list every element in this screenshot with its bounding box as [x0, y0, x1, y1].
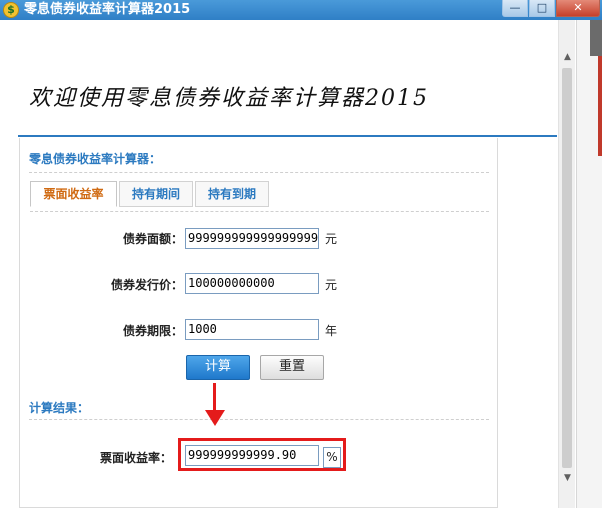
reset-button[interactable]: 重置 [260, 355, 324, 380]
face-value-unit: 元 [325, 232, 338, 246]
background-window-strip [590, 20, 602, 56]
issue-price-unit: 元 [325, 278, 338, 292]
section-title: 零息债券收益率计算器： [29, 152, 162, 166]
tab-coupon-yield[interactable]: 票面收益率 [30, 181, 117, 207]
vertical-scrollbar[interactable]: ▲ ▼ [558, 20, 575, 508]
annotation-highlight-box [178, 438, 346, 471]
result-divider [29, 419, 489, 420]
annotation-arrow [213, 383, 216, 413]
section-divider [29, 172, 489, 173]
title-bar: $ 零息债券收益率计算器2015 — □ ✕ [0, 0, 602, 20]
background-window-accent [598, 56, 602, 156]
result-label: 票面收益率： [99, 451, 172, 465]
calculate-button[interactable]: 计算 [186, 355, 250, 380]
tab-hold-to-maturity[interactable]: 持有到期 [195, 181, 269, 207]
result-section-title: 计算结果： [29, 401, 90, 415]
tab-holding-period[interactable]: 持有期间 [119, 181, 193, 207]
welcome-heading: 欢迎使用零息债券收益率计算器2015 [29, 86, 429, 111]
minimize-button[interactable]: — [502, 0, 528, 17]
tab-divider [30, 211, 489, 212]
scroll-down-arrow-icon[interactable]: ▼ [560, 471, 575, 486]
issue-price-input[interactable]: 100000000000 [185, 273, 319, 294]
face-value-label: 债券面额： [122, 232, 183, 246]
dollar-coin-icon: $ [3, 2, 19, 18]
window-title: 零息债券收益率计算器2015 [24, 2, 191, 17]
header-divider [18, 135, 557, 137]
scroll-up-arrow-icon[interactable]: ▲ [560, 50, 575, 65]
issue-price-label: 债券发行价： [110, 278, 183, 292]
face-value-input[interactable]: 999999999999999999 [185, 228, 319, 249]
annotation-arrow-head-icon [205, 410, 225, 426]
close-button[interactable]: ✕ [556, 0, 600, 17]
maximize-button[interactable]: □ [529, 0, 555, 17]
term-input[interactable]: 1000 [185, 319, 319, 340]
term-label: 债券期限： [122, 324, 183, 338]
term-unit: 年 [325, 324, 338, 338]
scroll-thumb[interactable] [562, 68, 572, 468]
